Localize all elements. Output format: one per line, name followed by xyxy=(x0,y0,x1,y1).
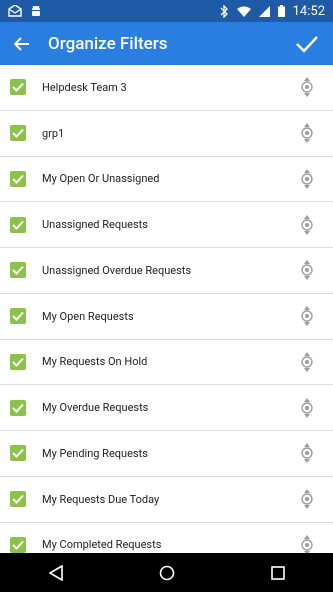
filter-label: My Completed Requests xyxy=(42,538,162,552)
check-icon xyxy=(12,449,24,459)
android-notification-icon xyxy=(30,5,42,18)
filter-checkbox[interactable] xyxy=(10,353,26,370)
drag-handle[interactable] xyxy=(297,121,317,145)
check-icon xyxy=(12,540,24,550)
system-navigation-bar xyxy=(0,553,333,592)
filter-row[interactable]: grp1 xyxy=(0,111,333,157)
filter-row[interactable]: My Overdue Requests xyxy=(0,385,333,431)
back-button[interactable] xyxy=(2,22,42,65)
filter-row[interactable]: Unassigned Requests xyxy=(0,202,333,248)
filter-checkbox[interactable] xyxy=(10,445,26,462)
filter-label: grp1 xyxy=(42,126,65,140)
filter-list: Helpdesk Team 3 grp1 My Open Or Unassigned… xyxy=(0,65,333,553)
drag-handle[interactable] xyxy=(297,304,317,328)
filter-row[interactable]: My Pending Requests xyxy=(0,431,333,477)
filter-label: My Open Requests xyxy=(42,309,134,323)
filter-row[interactable]: My Open Or Unassigned xyxy=(0,157,333,203)
nav-recents-button[interactable] xyxy=(248,553,308,592)
filter-checkbox[interactable] xyxy=(10,170,26,187)
circle-home-icon xyxy=(159,565,174,580)
filter-checkbox[interactable] xyxy=(10,125,26,142)
filter-row[interactable]: Unassigned Overdue Requests xyxy=(0,248,333,294)
filter-checkbox[interactable] xyxy=(10,491,26,508)
drag-handle[interactable] xyxy=(297,213,317,237)
drag-handle[interactable] xyxy=(297,167,317,191)
square-recents-icon xyxy=(270,565,285,580)
drag-handle[interactable] xyxy=(297,396,317,420)
filter-label: Unassigned Overdue Requests xyxy=(42,263,192,277)
drag-handle[interactable] xyxy=(297,441,317,465)
check-icon xyxy=(12,266,24,276)
drag-handle-icon xyxy=(301,260,313,281)
filter-row[interactable]: My Completed Requests xyxy=(0,523,333,553)
drag-handle-icon xyxy=(301,351,313,372)
bluetooth-icon xyxy=(220,4,229,18)
filter-checkbox[interactable] xyxy=(10,536,26,553)
confirm-button[interactable] xyxy=(285,22,329,65)
filter-label: Unassigned Requests xyxy=(42,218,148,232)
nav-back-button[interactable] xyxy=(26,553,86,592)
filter-label: My Requests Due Today xyxy=(42,492,160,506)
cellular-signal-icon xyxy=(258,5,270,17)
wifi-icon xyxy=(236,6,251,17)
drag-handle-icon xyxy=(301,306,313,327)
nav-home-button[interactable] xyxy=(137,553,197,592)
triangle-back-icon xyxy=(48,564,63,581)
arrow-back-icon xyxy=(14,36,29,51)
check-icon xyxy=(12,83,24,93)
check-icon xyxy=(12,357,24,367)
filter-checkbox[interactable] xyxy=(10,216,26,233)
check-icon xyxy=(12,403,24,413)
filter-label: My Requests On Hold xyxy=(42,355,148,369)
check-icon xyxy=(12,174,24,184)
battery-icon xyxy=(277,5,285,17)
filter-label: My Open Or Unassigned xyxy=(42,172,160,186)
drag-handle-icon xyxy=(301,77,313,98)
drag-handle-icon xyxy=(301,534,313,553)
filter-checkbox[interactable] xyxy=(10,79,26,96)
filter-checkbox[interactable] xyxy=(10,308,26,325)
drag-handle[interactable] xyxy=(297,350,317,374)
check-icon xyxy=(12,494,24,505)
mail-notification-icon xyxy=(8,5,22,17)
filter-row[interactable]: My Requests Due Today xyxy=(0,477,333,523)
drag-handle[interactable] xyxy=(297,75,317,99)
drag-handle-icon xyxy=(301,443,313,464)
filter-label: Helpdesk Team 3 xyxy=(42,80,127,94)
drag-handle[interactable] xyxy=(297,533,317,553)
filter-row[interactable]: Helpdesk Team 3 xyxy=(0,65,333,111)
filter-checkbox[interactable] xyxy=(10,262,26,279)
drag-handle-icon xyxy=(301,397,313,418)
drag-handle-icon xyxy=(301,123,313,144)
check-icon xyxy=(12,128,24,139)
filter-row[interactable]: My Open Requests xyxy=(0,294,333,340)
drag-handle[interactable] xyxy=(297,258,317,282)
drag-handle-icon xyxy=(301,489,313,510)
drag-handle-icon xyxy=(301,214,313,235)
check-icon xyxy=(296,35,318,53)
filter-label: My Pending Requests xyxy=(42,446,148,460)
status-bar: 14:52 xyxy=(0,0,333,22)
filter-row[interactable]: My Requests On Hold xyxy=(0,340,333,386)
check-icon xyxy=(12,311,24,322)
drag-handle-icon xyxy=(301,168,313,189)
check-icon xyxy=(12,220,24,230)
page-title: Organize Filters xyxy=(48,33,168,54)
status-time: 14:52 xyxy=(292,3,325,19)
drag-handle[interactable] xyxy=(297,487,317,511)
filter-checkbox[interactable] xyxy=(10,399,26,416)
app-bar: Organize Filters xyxy=(0,22,333,65)
filter-label: My Overdue Requests xyxy=(42,401,149,415)
